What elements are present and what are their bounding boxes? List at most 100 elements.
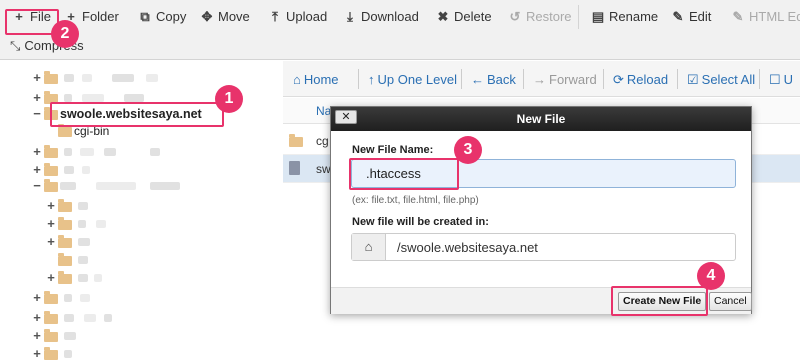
rename-button[interactable]: ▤ Rename xyxy=(591,7,658,27)
home-icon: ⌂ xyxy=(293,72,301,87)
back-button[interactable]: ← Back xyxy=(471,71,516,89)
download-button[interactable]: ⤓ Download xyxy=(343,7,419,27)
expand-icon[interactable]: + xyxy=(32,327,42,345)
redacted-text xyxy=(80,148,94,156)
redacted-text xyxy=(78,238,90,246)
file-name-label: New File Name: xyxy=(352,144,434,156)
redacted-text xyxy=(64,166,74,174)
location-path: /swoole.websitesaya.net xyxy=(397,240,538,255)
dialog-header: ✕ New File xyxy=(331,107,751,131)
step-badge: 4 xyxy=(697,262,725,290)
nav-divider xyxy=(759,69,760,89)
redacted-text xyxy=(82,74,92,82)
expand-icon[interactable]: + xyxy=(32,309,42,327)
redacted-text xyxy=(84,314,96,322)
new-file-dialog: ✕ New File New File Name: (ex: file.txt,… xyxy=(330,106,752,314)
step-badge: 3 xyxy=(454,136,482,164)
folder-icon xyxy=(289,134,303,147)
restore-icon: ↺ xyxy=(509,9,521,24)
redacted-text xyxy=(82,94,104,102)
move-icon: ✥ xyxy=(201,9,213,24)
file-name: cg xyxy=(316,134,329,148)
copy-icon: ⧉ xyxy=(140,9,150,24)
redacted-text xyxy=(82,166,90,174)
file-name-input[interactable] xyxy=(351,159,736,188)
redacted-text xyxy=(96,220,106,228)
plus-icon: + xyxy=(15,9,23,24)
folder-icon xyxy=(44,311,58,324)
folder-icon xyxy=(44,145,58,158)
folder-icon xyxy=(44,163,58,176)
nav-divider xyxy=(358,69,359,89)
redacted-text xyxy=(64,332,76,340)
copy-button[interactable]: ⧉ Copy xyxy=(138,7,186,27)
redacted-text xyxy=(78,274,88,282)
checkbox-icon: ☑ xyxy=(687,72,699,87)
folder-icon xyxy=(44,347,58,360)
arrow-up-icon: ↑ xyxy=(368,72,375,87)
folder-icon xyxy=(44,329,58,342)
delete-button[interactable]: ✖ Delete xyxy=(436,7,492,27)
folder-icon xyxy=(58,271,72,284)
redacted-text xyxy=(124,94,144,102)
expand-icon[interactable]: + xyxy=(32,69,42,87)
redacted-text xyxy=(96,182,136,190)
toolbar-divider xyxy=(578,5,579,29)
step-badge: 1 xyxy=(215,85,243,113)
upload-button[interactable]: ⤒ Upload xyxy=(268,7,327,27)
nav-divider xyxy=(461,69,462,89)
expand-icon[interactable]: + xyxy=(32,143,42,161)
forward-button[interactable]: → Forward xyxy=(533,71,597,89)
location-label: New file will be created in: xyxy=(352,216,489,228)
expand-icon[interactable]: + xyxy=(46,215,56,233)
close-icon: ✖ xyxy=(437,9,449,24)
up-one-level-button[interactable]: ↑ Up One Level xyxy=(368,71,457,89)
folder-icon xyxy=(58,199,72,212)
redacted-text xyxy=(78,256,88,264)
expand-icon[interactable]: + xyxy=(46,233,56,251)
restore-button[interactable]: ↺ Restore xyxy=(508,7,572,27)
cancel-button[interactable]: Cancel xyxy=(709,292,752,311)
redacted-text xyxy=(64,94,72,102)
edit-button[interactable]: ✎ Edit xyxy=(671,7,712,27)
move-button[interactable]: ✥ Move xyxy=(200,7,250,27)
redacted-text xyxy=(80,294,90,302)
redacted-text xyxy=(78,220,86,228)
redacted-text xyxy=(60,182,76,190)
folder-icon xyxy=(58,235,72,248)
folder-icon xyxy=(44,291,58,304)
redacted-text xyxy=(64,350,72,358)
collapse-icon[interactable]: − xyxy=(32,105,42,123)
tree-folder-name: cgi-bin xyxy=(74,124,110,138)
dialog-footer: Create New File Cancel xyxy=(331,287,752,314)
new-file-button[interactable]: + File xyxy=(12,7,51,27)
collapse-icon[interactable]: − xyxy=(32,177,42,195)
folder-icon xyxy=(44,71,58,84)
expand-icon[interactable]: + xyxy=(46,269,56,287)
toolbar-row: + File + Folder ⧉ Copy ✥ Move ⤒ Upload ⤓ Downl… xyxy=(0,0,800,34)
upload-icon: ⤒ xyxy=(272,9,278,24)
folder-icon xyxy=(44,91,58,104)
arrow-left-icon: ← xyxy=(471,72,484,87)
redacted-text xyxy=(64,314,74,322)
unselect-button[interactable]: ☐ U xyxy=(769,71,793,89)
redacted-text xyxy=(112,74,134,82)
redacted-text xyxy=(64,74,74,82)
selected-folder-name: swoole.websitesaya.net xyxy=(60,107,202,121)
expand-icon[interactable]: + xyxy=(32,345,42,363)
redacted-text xyxy=(150,182,180,190)
create-new-file-button[interactable]: Create New File xyxy=(618,292,707,311)
file-name-hint: (ex: file.txt, file.html, file.php) xyxy=(352,195,479,206)
redacted-text xyxy=(64,294,72,302)
select-all-button[interactable]: ☑ Select All xyxy=(687,71,755,89)
document-icon xyxy=(289,161,300,175)
expand-icon[interactable]: + xyxy=(46,197,56,215)
reload-button[interactable]: ⟳ Reload xyxy=(613,71,668,89)
expand-icon[interactable]: + xyxy=(32,289,42,307)
navigation-bar: ⌂ Home ↑ Up One Level ← Back → Forward ⟳ Relo… xyxy=(283,61,800,97)
folder-icon xyxy=(44,107,58,120)
home-button[interactable]: ⌂ Home xyxy=(293,71,339,89)
nav-divider xyxy=(677,69,678,89)
html-edit-button[interactable]: ✎HTML Edi xyxy=(731,7,800,27)
redacted-text xyxy=(150,148,160,156)
